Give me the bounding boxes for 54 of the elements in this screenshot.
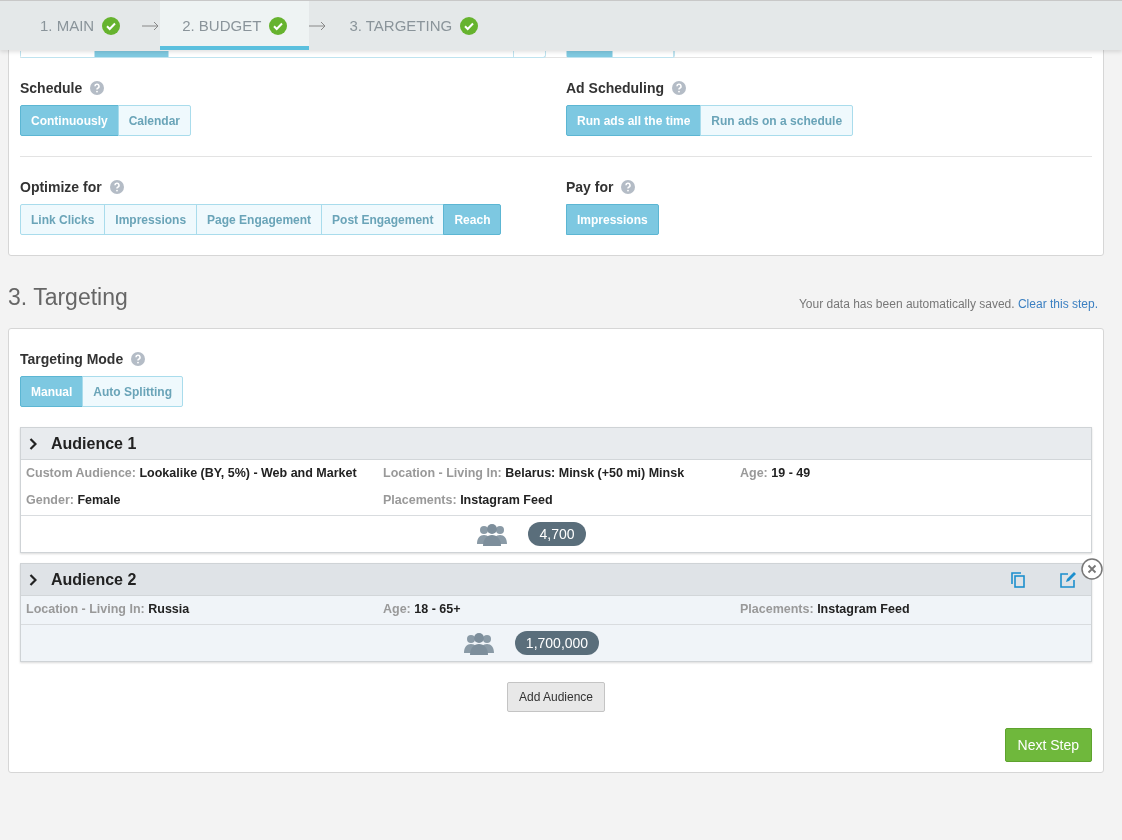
segment-button[interactable]: Impressions bbox=[104, 204, 198, 235]
audience-title: Audience 1 bbox=[51, 434, 138, 453]
segment-button[interactable]: Manual bbox=[20, 376, 84, 407]
field-label: Targeting Mode bbox=[20, 351, 124, 367]
step-tab[interactable]: 2. BUDGET bbox=[160, 1, 310, 50]
segment-button[interactable]: Auto Splitting bbox=[82, 376, 183, 407]
audience-attribute: Age: 19 - 49 bbox=[740, 466, 812, 480]
people-icon bbox=[476, 522, 509, 546]
copy-icon[interactable] bbox=[1009, 570, 1027, 589]
next-step-button[interactable]: Next Step bbox=[1004, 728, 1092, 762]
audience-title: Audience 2 bbox=[51, 570, 138, 589]
audience-attribute: Age: 18 - 65+ bbox=[383, 602, 462, 616]
chevron-icon[interactable] bbox=[29, 437, 37, 450]
arrow-icon bbox=[142, 20, 161, 31]
segment-button[interactable]: Link Clicks bbox=[20, 204, 106, 235]
close-icon[interactable] bbox=[1081, 558, 1103, 580]
add-audience-button[interactable]: Add Audience bbox=[506, 682, 606, 712]
audience-attribute: Placements: Instagram Feed bbox=[383, 493, 554, 507]
segment-button[interactable]: Run ads all the time bbox=[566, 105, 702, 136]
reach-count: 4,700 bbox=[528, 522, 586, 546]
help-icon[interactable] bbox=[109, 180, 124, 194]
help-icon[interactable] bbox=[131, 352, 146, 366]
reach-count: 1,700,000 bbox=[514, 631, 600, 655]
segment-button[interactable]: Page Engagement bbox=[196, 204, 323, 235]
segment-button[interactable]: Post Engagement bbox=[321, 204, 445, 235]
segment-button[interactable]: Reach bbox=[443, 204, 502, 235]
audience-attribute: Location - Living In: Russia bbox=[26, 602, 191, 616]
segment-button[interactable]: Calendar bbox=[117, 105, 192, 136]
field-label: Pay for bbox=[566, 179, 614, 195]
field-label: Schedule bbox=[20, 80, 83, 96]
step-tab[interactable]: 3. TARGETING bbox=[327, 1, 501, 50]
field-label: Optimize for bbox=[20, 179, 102, 195]
people-icon bbox=[462, 631, 495, 655]
step-tab[interactable]: 1. MAIN bbox=[18, 1, 143, 50]
help-icon[interactable] bbox=[672, 81, 686, 95]
edit-icon[interactable] bbox=[1059, 570, 1077, 589]
help-icon[interactable] bbox=[621, 180, 636, 194]
check-icon bbox=[102, 16, 121, 35]
audience-attribute: Custom Audience: Lookalike (BY, 5%) - Web and Market bbox=[26, 466, 358, 480]
check-icon bbox=[460, 16, 479, 35]
segment-button[interactable]: Run ads on a schedule bbox=[700, 105, 854, 136]
segment-button[interactable]: Continuously bbox=[20, 105, 119, 136]
save-note: Your data has been automatically saved. Clear this step. bbox=[798, 297, 1098, 311]
audience-attribute: Location - Living In: Belarus: Minsk (+50 mi) Minsk bbox=[383, 466, 686, 480]
check-icon bbox=[269, 16, 288, 35]
audience-attribute: Gender: Female bbox=[26, 493, 122, 507]
segment-button[interactable]: Impressions bbox=[566, 204, 659, 235]
chevron-icon[interactable] bbox=[29, 573, 37, 586]
clear-link[interactable]: Clear this step. bbox=[1017, 297, 1098, 311]
help-icon[interactable] bbox=[90, 81, 105, 95]
audience-attribute: Placements: Instagram Feed bbox=[740, 602, 911, 616]
arrow-icon bbox=[309, 20, 328, 31]
section-title: 3. Targeting bbox=[8, 284, 128, 311]
field-label: Ad Scheduling bbox=[566, 80, 664, 96]
